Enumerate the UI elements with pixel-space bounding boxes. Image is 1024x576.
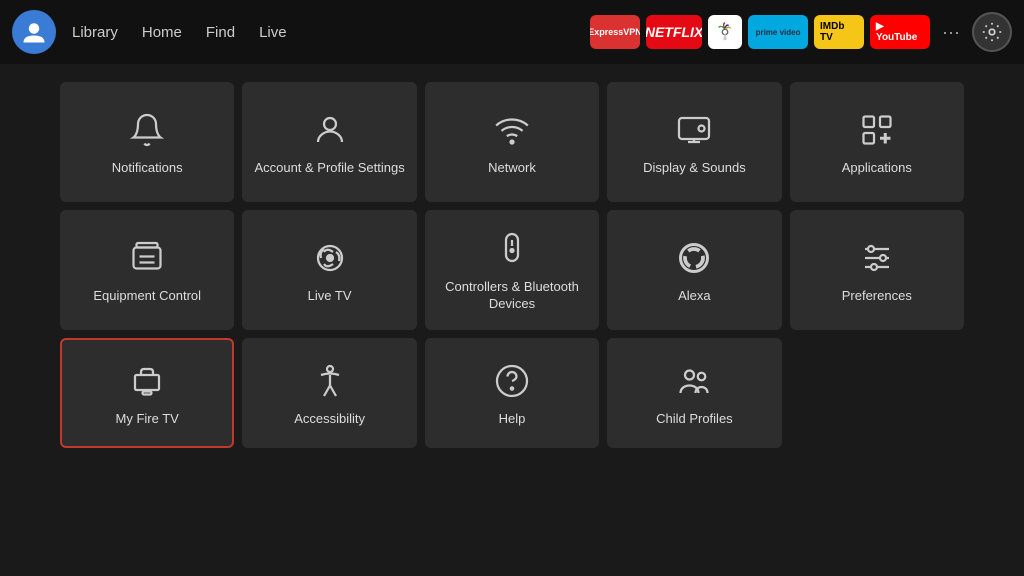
nav-links: Library Home Find Live	[72, 24, 287, 41]
tile-live-tv[interactable]: Live TV	[242, 210, 416, 330]
more-button[interactable]: ···	[938, 22, 964, 43]
tile-account[interactable]: Account & Profile Settings	[242, 82, 416, 202]
settings-button[interactable]	[972, 12, 1012, 52]
avatar[interactable]	[12, 10, 56, 54]
app-expressvpn[interactable]: ExpressVPN	[590, 15, 640, 49]
tile-alexa-label: Alexa	[678, 288, 711, 305]
tile-accessibility-label: Accessibility	[294, 411, 365, 428]
topbar: Library Home Find Live ExpressVPN NETFLI…	[0, 0, 1024, 64]
tile-help[interactable]: Help	[425, 338, 599, 448]
tile-child-profiles-label: Child Profiles	[656, 411, 733, 428]
tile-help-label: Help	[499, 411, 526, 428]
app-netflix[interactable]: NETFLIX	[646, 15, 702, 49]
nav-live[interactable]: Live	[259, 24, 287, 41]
nav-home[interactable]: Home	[142, 24, 182, 41]
tiles-container: Notifications Account & Profile Settings…	[60, 82, 964, 448]
tile-child-profiles[interactable]: Child Profiles	[607, 338, 781, 448]
settings-grid: Notifications Account & Profile Settings…	[0, 64, 1024, 466]
nav-find[interactable]: Find	[206, 24, 235, 41]
tile-my-fire-tv-label: My Fire TV	[116, 411, 179, 428]
tile-applications[interactable]: Applications	[790, 82, 964, 202]
tile-preferences[interactable]: Preferences	[790, 210, 964, 330]
tile-preferences-label: Preferences	[842, 288, 912, 305]
app-youtube[interactable]: ▶ YouTube	[870, 15, 930, 49]
tile-display-sounds[interactable]: Display & Sounds	[607, 82, 781, 202]
app-imdbtv[interactable]: IMDb TV	[814, 15, 864, 49]
tile-equipment-control[interactable]: Equipment Control	[60, 210, 234, 330]
tile-account-label: Account & Profile Settings	[254, 160, 404, 177]
app-icons: ExpressVPN NETFLIX prime video IMDb TV ▶…	[590, 15, 930, 49]
tile-display-sounds-label: Display & Sounds	[643, 160, 746, 177]
tile-live-tv-label: Live TV	[308, 288, 352, 305]
app-peacock[interactable]	[708, 15, 742, 49]
tile-equipment-control-label: Equipment Control	[93, 288, 201, 305]
tile-controllers-label: Controllers & Bluetooth Devices	[433, 279, 591, 313]
tile-accessibility[interactable]: Accessibility	[242, 338, 416, 448]
nav-library[interactable]: Library	[72, 24, 118, 41]
tile-alexa[interactable]: Alexa	[607, 210, 781, 330]
tile-network-label: Network	[488, 160, 536, 177]
tile-notifications[interactable]: Notifications	[60, 82, 234, 202]
tile-my-fire-tv[interactable]: My Fire TV	[60, 338, 234, 448]
tile-applications-label: Applications	[842, 160, 912, 177]
app-primevideo[interactable]: prime video	[748, 15, 808, 49]
tile-notifications-label: Notifications	[112, 160, 183, 177]
tile-network[interactable]: Network	[425, 82, 599, 202]
tile-controllers[interactable]: Controllers & Bluetooth Devices	[425, 210, 599, 330]
